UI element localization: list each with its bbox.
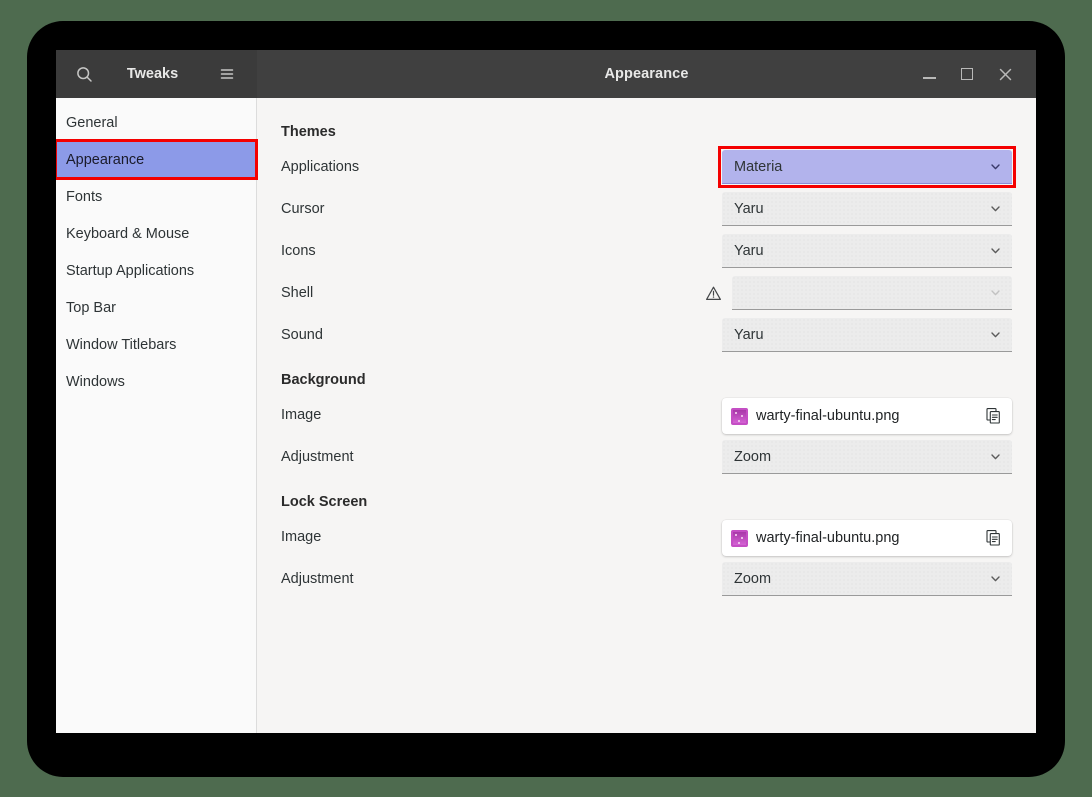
cursor-theme-value: Yaru — [734, 200, 764, 217]
header-bar: Tweaks Appearance — [56, 50, 1036, 98]
image-thumbnail-icon — [731, 529, 748, 547]
background-adjustment-dropdown[interactable]: Zoom — [722, 440, 1012, 474]
header-bar-content-section: Appearance — [257, 50, 1036, 98]
lock-screen-adjustment-value: Zoom — [734, 570, 772, 587]
hamburger-menu-icon[interactable] — [211, 58, 243, 90]
row-label: Shell — [281, 285, 314, 301]
chevron-down-icon — [991, 576, 1000, 582]
lock-screen-adjustment-dropdown[interactable]: Zoom — [722, 562, 1012, 596]
sidebar-item-top-bar[interactable]: Top Bar — [56, 289, 256, 326]
section-title-lock-screen: Lock Screen — [281, 494, 368, 510]
sidebar-item-appearance[interactable]: Appearance — [56, 139, 258, 180]
row-cursor-theme: Cursor Yaru — [281, 188, 1012, 230]
row-label: Image — [281, 529, 322, 545]
sidebar-item-label: Keyboard & Mouse — [66, 225, 190, 242]
background-image-chooser[interactable]: warty-final-ubuntu.png — [722, 398, 1012, 434]
sidebar-item-label: Windows — [66, 373, 125, 390]
row-lock-screen-image: Image warty-final-ubuntu.png — [281, 516, 1012, 558]
sound-theme-value: Yaru — [734, 326, 764, 343]
row-label: Applications — [281, 159, 360, 175]
maximize-button[interactable] — [954, 61, 980, 87]
lock-screen-image-value: warty-final-ubuntu.png — [756, 530, 900, 546]
icons-theme-dropdown[interactable]: Yaru — [722, 234, 1012, 268]
documents-icon — [986, 530, 1000, 546]
chevron-down-icon — [991, 206, 1000, 212]
sidebar-item-label: General — [66, 114, 118, 131]
lock-screen-image-chooser[interactable]: warty-final-ubuntu.png — [722, 520, 1012, 556]
search-icon[interactable] — [68, 58, 100, 90]
background-image-value: warty-final-ubuntu.png — [756, 408, 900, 424]
chevron-down-icon — [991, 290, 1000, 296]
minimize-button[interactable] — [916, 61, 942, 87]
window-body: General Appearance Fonts Keyboard & Mous… — [56, 98, 1036, 733]
header-bar-sidebar-section: Tweaks — [56, 50, 257, 98]
icons-theme-value: Yaru — [734, 242, 764, 259]
chevron-down-icon — [991, 164, 1000, 170]
shell-theme-dropdown[interactable] — [732, 276, 1012, 310]
window-controls — [916, 61, 1028, 87]
sidebar-item-fonts[interactable]: Fonts — [56, 178, 256, 215]
sound-theme-dropdown[interactable]: Yaru — [722, 318, 1012, 352]
chevron-down-icon — [991, 248, 1000, 254]
row-label: Adjustment — [281, 571, 354, 587]
sidebar-item-keyboard-and-mouse[interactable]: Keyboard & Mouse — [56, 215, 256, 252]
sidebar-item-label: Appearance — [66, 151, 145, 168]
row-applications-theme: Applications Materia — [281, 146, 1016, 188]
row-background-adjustment: Adjustment Zoom — [281, 436, 1012, 478]
app-title: Tweaks — [126, 66, 179, 82]
row-label: Adjustment — [281, 449, 354, 465]
applications-theme-dropdown[interactable]: Materia — [718, 146, 1016, 188]
sidebar: General Appearance Fonts Keyboard & Mous… — [56, 98, 258, 733]
sidebar-item-startup-applications[interactable]: Startup Applications — [56, 252, 256, 289]
row-label: Cursor — [281, 201, 325, 217]
background-adjustment-value: Zoom — [734, 448, 772, 465]
chevron-down-icon — [991, 332, 1000, 338]
row-sound-theme: Sound Yaru — [281, 314, 1012, 356]
content-pane: Themes Applications Materia Cursor Yaru … — [257, 98, 1036, 733]
section-title-background: Background — [281, 372, 366, 388]
row-label: Sound — [281, 327, 323, 343]
row-background-image: Image warty-final-ubuntu.png — [281, 394, 1012, 436]
sidebar-item-label: Startup Applications — [66, 262, 195, 279]
sidebar-item-label: Top Bar — [66, 299, 116, 316]
applications-theme-value: Materia — [734, 158, 783, 175]
section-title-themes: Themes — [281, 124, 336, 140]
close-button[interactable] — [992, 61, 1018, 87]
warning-icon — [701, 285, 726, 302]
cursor-theme-dropdown[interactable]: Yaru — [722, 192, 1012, 226]
sidebar-item-general[interactable]: General — [56, 104, 256, 141]
row-label: Icons — [281, 243, 316, 259]
sidebar-item-label: Fonts — [66, 188, 103, 205]
documents-icon — [986, 408, 1000, 424]
sidebar-item-window-titlebars[interactable]: Window Titlebars — [56, 326, 256, 363]
sidebar-item-windows[interactable]: Windows — [56, 363, 256, 400]
tweaks-window: Tweaks Appearance General Appearance Fon… — [56, 50, 1036, 733]
row-shell-theme: Shell — [281, 272, 1012, 314]
row-lock-screen-adjustment: Adjustment Zoom — [281, 558, 1012, 600]
sidebar-item-label: Window Titlebars — [66, 336, 177, 353]
image-thumbnail-icon — [731, 407, 748, 425]
chevron-down-icon — [991, 454, 1000, 460]
row-icons-theme: Icons Yaru — [281, 230, 1012, 272]
row-label: Image — [281, 407, 322, 423]
